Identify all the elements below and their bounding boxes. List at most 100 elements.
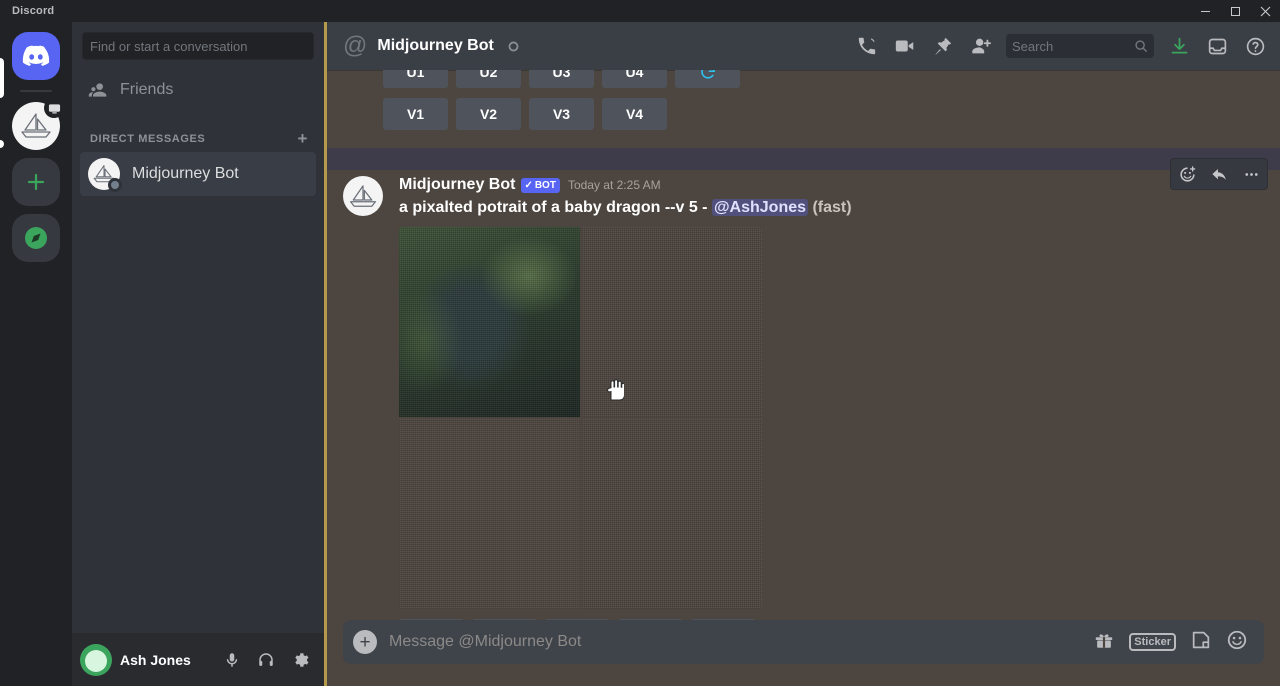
close-button[interactable]	[1250, 0, 1280, 22]
reroll-button-previous[interactable]	[675, 70, 740, 88]
status-indicator-offline	[108, 178, 122, 192]
rail-item-midjourney[interactable]	[12, 98, 64, 150]
variation-button-v2[interactable]: V2	[456, 98, 521, 130]
mute-microphone-button[interactable]	[216, 644, 248, 676]
sidebar-item-friends[interactable]: Friends	[80, 69, 316, 111]
window-controls	[1190, 0, 1280, 22]
start-video-call-icon[interactable]	[888, 30, 922, 62]
upscale-button-u2[interactable]: U2	[472, 619, 537, 620]
add-reaction-icon[interactable]	[1171, 159, 1203, 189]
message-hover-toolbar	[1170, 158, 1268, 190]
upscale-button-u2-previous[interactable]: U2	[456, 70, 521, 88]
message-gap	[327, 130, 1280, 148]
bot-badge: ✓ BOT	[521, 177, 560, 193]
user-panel: Ash Jones	[72, 633, 324, 686]
message-header: Midjourney Bot ✓ BOT Today at 2:25 AM	[399, 174, 1264, 196]
sailboat-icon	[350, 184, 376, 207]
active-pill-midjourney	[0, 140, 4, 148]
rail-item-home[interactable]	[12, 32, 60, 80]
message-text: a pixalted potrait of a baby dragon --v …	[399, 197, 1264, 219]
downloads-icon[interactable]	[1162, 30, 1196, 62]
variation-button-v4[interactable]: V4	[602, 98, 667, 130]
search-placeholder: Search	[1012, 38, 1054, 54]
message-author[interactable]: Midjourney Bot	[399, 174, 515, 196]
app-body: Find or start a conversation Friends DIR…	[0, 22, 1280, 686]
message-list[interactable]: U1 U2 U3 U4 V1 V2 V3 V4 Midjourney Bot ✓…	[327, 70, 1280, 620]
user-name: Ash Jones	[120, 651, 191, 668]
compass-icon	[25, 227, 47, 249]
rail-item-add-server[interactable]	[12, 158, 60, 206]
inbox-icon[interactable]	[1200, 30, 1234, 62]
reply-icon[interactable]	[1203, 159, 1235, 189]
rail-item-explore[interactable]	[12, 214, 60, 262]
deafen-button[interactable]	[250, 644, 282, 676]
chat-area: @ Midjourney Bot Search U1 U2 U3 U4 V1 V…	[324, 22, 1280, 686]
find-conversation-input[interactable]: Find or start a conversation	[82, 32, 314, 60]
direct-messages-title: DIRECT MESSAGES	[90, 132, 206, 145]
user-avatar[interactable]	[80, 643, 112, 676]
more-options-icon[interactable]	[1235, 159, 1267, 189]
maximize-button[interactable]	[1220, 0, 1250, 22]
composer-actions: Sticker	[1093, 629, 1248, 656]
title-bar: Discord	[0, 0, 1280, 22]
dm-search-wrapper: Find or start a conversation	[72, 22, 324, 68]
reroll-button[interactable]	[691, 619, 756, 620]
previous-message-actions: U1 U2 U3 U4 V1 V2 V3 V4	[327, 70, 1280, 130]
start-voice-call-icon[interactable]	[850, 30, 884, 62]
page-title: Midjourney Bot	[377, 37, 494, 54]
dm-sidebar: Find or start a conversation Friends DIR…	[72, 22, 324, 686]
upscale-button-row-current: U1 U2 U3 U4	[399, 619, 1264, 620]
upscale-button-u4-previous[interactable]: U4	[602, 70, 667, 88]
rail-divider	[20, 90, 52, 92]
upscale-button-u3[interactable]: U3	[545, 619, 610, 620]
discord-window: Discord Find or start a conversation Fri…	[0, 0, 1280, 686]
pinned-messages-icon[interactable]	[926, 30, 960, 62]
find-conversation-placeholder: Find or start a conversation	[90, 38, 248, 54]
message-composer[interactable]: + Message @Midjourney Bot Sticker	[343, 620, 1264, 664]
upscale-button-row-previous: U1 U2 U3 U4	[327, 70, 1280, 88]
avatar	[88, 158, 122, 192]
variation-button-row-previous: V1 V2 V3 V4	[327, 98, 1280, 130]
minimize-button[interactable]	[1190, 0, 1220, 22]
search-input[interactable]: Search	[1006, 34, 1154, 58]
status-badge	[508, 41, 519, 52]
active-pill-home	[0, 58, 4, 98]
generated-image-grid[interactable]	[399, 227, 762, 609]
friends-icon	[88, 80, 108, 100]
help-icon[interactable]	[1238, 30, 1272, 62]
speed-suffix: (fast)	[808, 199, 852, 216]
gif-icon[interactable]: Sticker	[1129, 633, 1176, 651]
upscale-button-u1-previous[interactable]: U1	[383, 70, 448, 88]
sticker-icon[interactable]	[1190, 629, 1212, 656]
server-rail	[0, 22, 72, 686]
user-panel-actions	[216, 644, 316, 676]
app-title: Discord	[12, 5, 55, 17]
user-mention[interactable]: @AshJones	[711, 199, 809, 216]
variation-button-v3[interactable]: V3	[529, 98, 594, 130]
image-tile-3[interactable]	[399, 419, 580, 609]
at-icon: @	[343, 32, 368, 59]
dm-list-item-midjourney-bot[interactable]: Midjourney Bot	[80, 152, 316, 196]
upscale-button-u3-previous[interactable]: U3	[529, 70, 594, 88]
message-timestamp: Today at 2:25 AM	[567, 178, 661, 192]
upscale-button-u1[interactable]: U1	[399, 619, 464, 620]
upload-attachment-button[interactable]: +	[353, 630, 377, 654]
upscale-button-u4[interactable]: U4	[618, 619, 683, 620]
composer-wrapper: + Message @Midjourney Bot Sticker	[327, 620, 1280, 686]
add-friends-icon[interactable]	[964, 30, 998, 62]
avatar[interactable]	[343, 176, 383, 216]
user-settings-button[interactable]	[284, 644, 316, 676]
variation-button-v1[interactable]: V1	[383, 98, 448, 130]
image-tile-2[interactable]	[581, 227, 762, 417]
dm-badge-icon	[44, 98, 64, 118]
dm-item-label: Midjourney Bot	[132, 165, 239, 182]
image-tile-4[interactable]	[581, 419, 762, 609]
search-icon	[1135, 40, 1147, 52]
message-group-midjourney: Midjourney Bot ✓ BOT Today at 2:25 AM a …	[327, 158, 1280, 620]
emoji-icon[interactable]	[1226, 629, 1248, 656]
create-dm-button[interactable]: +	[297, 130, 314, 147]
message-input[interactable]: Message @Midjourney Bot	[389, 633, 1081, 651]
gift-icon[interactable]	[1093, 629, 1115, 656]
image-tile-1[interactable]	[399, 227, 580, 417]
bot-badge-label: BOT	[534, 179, 556, 191]
